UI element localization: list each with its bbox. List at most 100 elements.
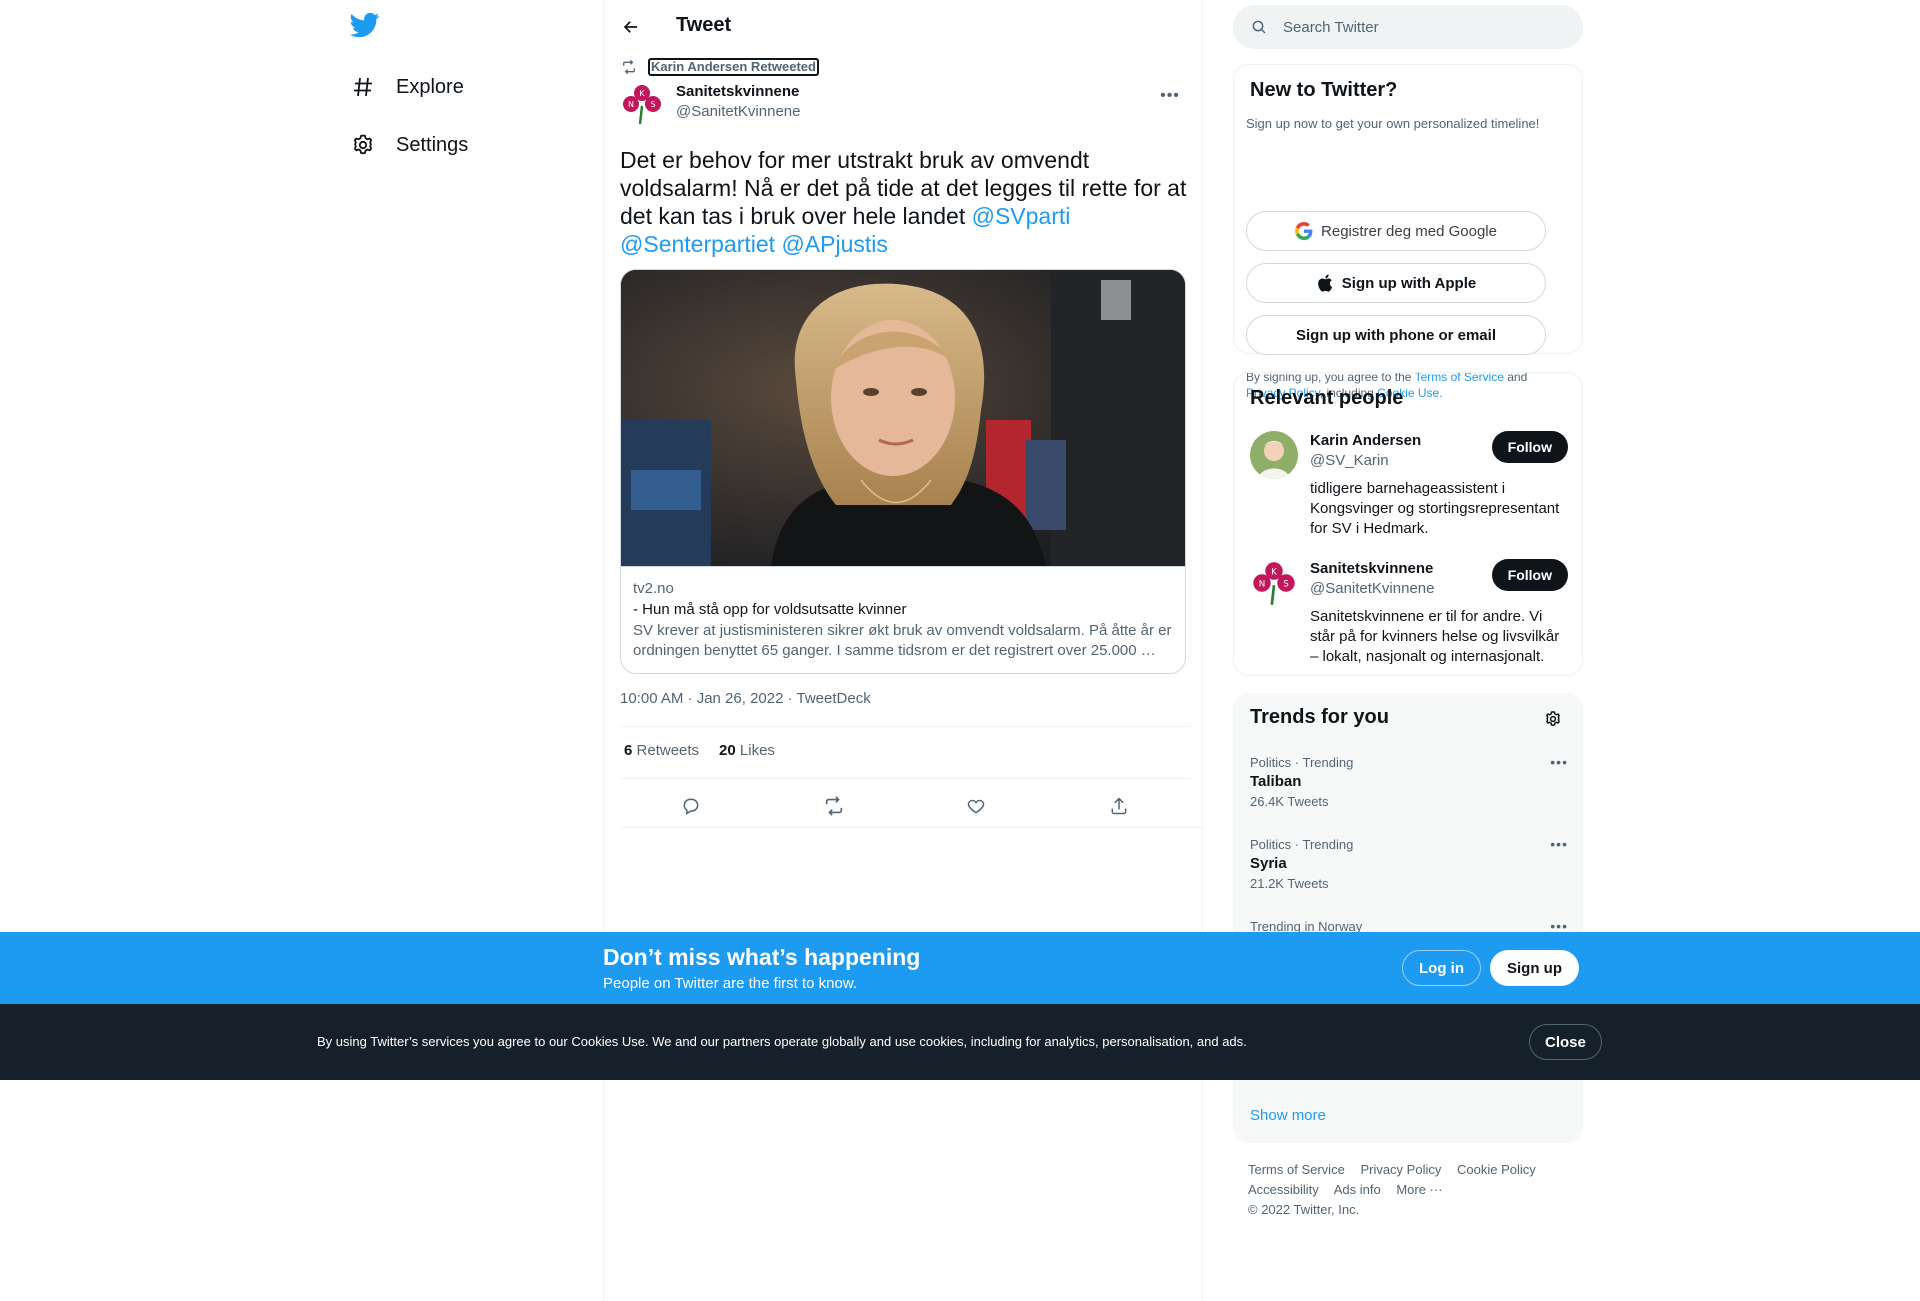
- retweets-label: Retweets: [636, 742, 700, 759]
- footer-row: Terms of Service Privacy Policy Cookie P…: [1248, 1160, 1578, 1180]
- reply-icon[interactable]: [673, 788, 709, 824]
- tweet-timestamp[interactable]: 10:00 AM · Jan 26, 2022 · TweetDeck: [620, 690, 871, 707]
- search-box[interactable]: [1233, 5, 1583, 49]
- svg-text:K: K: [639, 89, 645, 98]
- trend-category: Politics · Trending: [1250, 755, 1354, 770]
- avatar[interactable]: [1250, 431, 1298, 479]
- person-bio: Sanitetskvinnene er til for andre. Vi st…: [1310, 608, 1560, 665]
- back-arrow-icon[interactable]: [614, 10, 648, 44]
- retweet-small-icon: [620, 58, 638, 76]
- person-bio: tidligere barnehageassistent i Kongsving…: [1310, 480, 1560, 537]
- nav-explore-label: Explore: [396, 75, 464, 98]
- hashtag-icon: [350, 74, 376, 100]
- person-sanitetskvinnene[interactable]: K N S Sanitetskvinnene @SanitetKvinnene …: [1250, 559, 1568, 669]
- follow-button[interactable]: Follow: [1491, 431, 1568, 463]
- trends-title: Trends for you: [1250, 706, 1389, 728]
- divider: [620, 827, 1204, 828]
- footer-more-link[interactable]: More ···: [1396, 1182, 1442, 1197]
- person-name[interactable]: Karin Andersen: [1310, 431, 1421, 451]
- tweet-text: Det er behov for mer utstrakt bruk av om…: [620, 146, 1190, 258]
- footer-links: Terms of Service Privacy Policy Cookie P…: [1248, 1160, 1578, 1220]
- person-handle[interactable]: @SV_Karin: [1310, 451, 1389, 471]
- mention-senterpartiet[interactable]: @Senterpartiet: [620, 231, 775, 257]
- phone-signup-label: Sign up with phone or email: [1295, 326, 1496, 344]
- new-to-twitter-title: New to Twitter?: [1250, 79, 1398, 101]
- phone-email-signup-button[interactable]: Sign up with phone or email: [1246, 315, 1546, 355]
- trend-item[interactable]: Politics · Trending Syria 21.2K Tweets •…: [1250, 836, 1568, 894]
- likes-stat[interactable]: 20 Likes: [719, 742, 775, 759]
- share-icon[interactable]: [1101, 788, 1137, 824]
- more-options-icon[interactable]: •••: [1550, 836, 1568, 852]
- svg-text:S: S: [650, 100, 655, 109]
- trend-name: Syria: [1250, 855, 1287, 872]
- author-names: Sanitetskvinnene @SanitetKvinnene: [676, 82, 800, 122]
- signup-button[interactable]: Sign up: [1490, 950, 1579, 986]
- main-column: Tweet Karin Andersen Retweeted K N S San…: [603, 0, 1204, 1301]
- tweet-stats: 6 Retweets 20 Likes: [624, 742, 795, 759]
- mention-svparti[interactable]: @SVparti: [972, 203, 1071, 229]
- mention-apjustis[interactable]: @APjustis: [781, 231, 887, 257]
- svg-text:S: S: [1283, 579, 1289, 589]
- like-icon[interactable]: [958, 788, 994, 824]
- trend-category: Politics · Trending: [1250, 837, 1354, 852]
- nav-settings[interactable]: Settings: [350, 121, 468, 169]
- footer-terms-link[interactable]: Terms of Service: [1248, 1162, 1345, 1177]
- tweet-header: Tweet: [604, 0, 1204, 53]
- card-description: SV krever at justisministeren sikrer økt…: [633, 622, 1172, 659]
- google-icon: [1295, 222, 1313, 240]
- cookie-banner: By using Twitter’s services you agree to…: [0, 1004, 1920, 1080]
- footer-cookie-link[interactable]: Cookie Policy: [1457, 1162, 1536, 1177]
- svg-text:N: N: [628, 100, 634, 109]
- login-button[interactable]: Log in: [1402, 950, 1481, 986]
- retweets-count: 6: [624, 742, 633, 759]
- more-options-icon[interactable]: •••: [1550, 754, 1568, 770]
- more-options-icon[interactable]: •••: [1158, 84, 1182, 108]
- new-to-twitter-panel: New to Twitter? Sign up now to get your …: [1233, 64, 1583, 400]
- follow-button[interactable]: Follow: [1491, 559, 1568, 591]
- divider: [620, 726, 1190, 727]
- trend-name: Taliban: [1250, 773, 1302, 790]
- person-name[interactable]: Sanitetskvinnene: [1310, 559, 1433, 579]
- retweets-stat[interactable]: 6 Retweets: [624, 742, 699, 759]
- banner-title: Don’t miss what’s happening: [603, 944, 921, 970]
- tweet-actions: [620, 788, 1190, 824]
- relevant-people-panel: Relevant people Karin Andersen @SV_Karin…: [1233, 372, 1583, 676]
- tweet-author: K N S Sanitetskvinnene @SanitetKvinnene …: [620, 82, 1190, 126]
- avatar[interactable]: K N S: [620, 82, 664, 126]
- tweet-body: Det er behov for mer utstrakt bruk av om…: [620, 147, 1187, 229]
- svg-text:K: K: [1271, 567, 1277, 577]
- person-karin-andersen[interactable]: Karin Andersen @SV_Karin Follow tidliger…: [1250, 431, 1568, 541]
- trend-count: 21.2K Tweets: [1250, 876, 1329, 891]
- copyright: © 2022 Twitter, Inc.: [1248, 1202, 1360, 1217]
- nav-explore[interactable]: Explore: [350, 63, 464, 111]
- author-handle[interactable]: @SanitetKvinnene: [676, 102, 800, 122]
- gear-icon: [350, 132, 376, 158]
- close-button[interactable]: Close: [1529, 1024, 1602, 1060]
- footer-ads-info-link[interactable]: Ads info: [1334, 1182, 1381, 1197]
- search-icon: [1249, 17, 1269, 37]
- divider: [620, 778, 1190, 779]
- gear-icon[interactable]: [1542, 708, 1564, 730]
- twitter-bird-icon[interactable]: [349, 10, 386, 46]
- avatar[interactable]: K N S: [1250, 559, 1298, 607]
- cookie-text: By using Twitter’s services you agree to…: [317, 1034, 1247, 1049]
- banner-subtitle: People on Twitter are the first to know.: [603, 975, 858, 992]
- trend-item[interactable]: Politics · Trending Taliban 26.4K Tweets…: [1250, 754, 1568, 812]
- card-domain: tv2.no: [633, 580, 674, 597]
- apple-icon: [1316, 274, 1334, 292]
- footer-accessibility-link[interactable]: Accessibility: [1248, 1182, 1319, 1197]
- link-card[interactable]: tv2.no - Hun må stå opp for voldsutsatte…: [620, 269, 1186, 674]
- nav-settings-label: Settings: [396, 133, 469, 156]
- new-to-twitter-subtitle: Sign up now to get your own personalized…: [1246, 116, 1540, 131]
- google-signup-button[interactable]: Registrer deg med Google: [1246, 211, 1546, 251]
- footer-privacy-link[interactable]: Privacy Policy: [1360, 1162, 1441, 1177]
- person-handle[interactable]: @SanitetKvinnene: [1310, 579, 1434, 599]
- apple-signup-label: Sign up with Apple: [1341, 274, 1477, 292]
- retweeted-by-link[interactable]: Karin Andersen Retweeted: [648, 58, 819, 76]
- apple-signup-button[interactable]: Sign up with Apple: [1246, 263, 1546, 303]
- retweet-icon[interactable]: [816, 788, 852, 824]
- relevant-people-title: Relevant people: [1250, 387, 1404, 409]
- search-input[interactable]: [1283, 18, 1533, 36]
- author-name[interactable]: Sanitetskvinnene: [676, 82, 800, 102]
- show-more-link[interactable]: Show more: [1250, 1107, 1326, 1124]
